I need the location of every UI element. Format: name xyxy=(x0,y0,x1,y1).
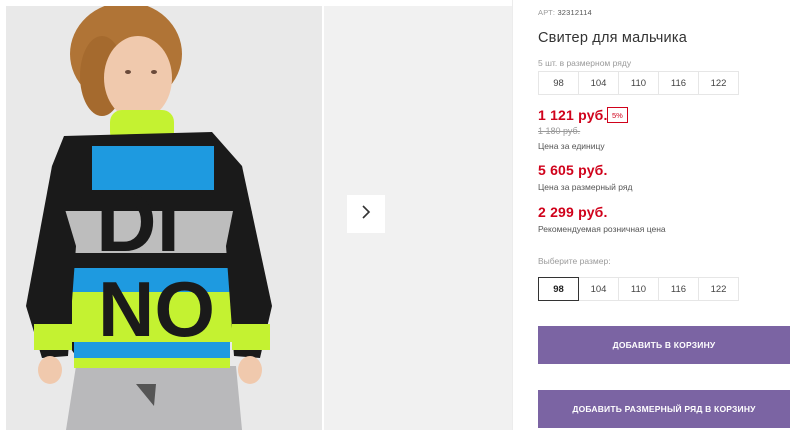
sku-value: 32312114 xyxy=(557,8,592,17)
size-selector: 98 104 110 116 122 xyxy=(538,277,739,301)
size-option-122[interactable]: 122 xyxy=(698,277,739,301)
pack-size: 110 xyxy=(618,71,659,95)
size-option-98[interactable]: 98 xyxy=(538,277,579,301)
old-price: 1 180 руб. xyxy=(538,126,581,136)
size-option-110[interactable]: 110 xyxy=(618,277,659,301)
size-option-104[interactable]: 104 xyxy=(578,277,619,301)
unit-price: 1 121 руб. xyxy=(538,107,608,123)
pack-size: 116 xyxy=(658,71,699,95)
add-pack-to-cart-button[interactable]: ДОБАВИТЬ РАЗМЕРНЫЙ РЯД В КОРЗИНУ xyxy=(538,390,790,428)
pack-price-caption: Цена за размерный ряд xyxy=(538,182,633,192)
pack-size: 104 xyxy=(578,71,619,95)
size-option-116[interactable]: 116 xyxy=(658,277,699,301)
chevron-right-icon xyxy=(360,204,372,225)
sku: АРТ: 32312114 xyxy=(538,8,592,17)
discount-badge: 5% xyxy=(607,107,628,123)
svg-text:DI: DI xyxy=(96,175,180,269)
size-selector-label: Выберите размер: xyxy=(538,256,611,266)
pack-sizes: 98 104 110 116 122 xyxy=(538,71,739,95)
pack-size: 122 xyxy=(698,71,739,95)
divider xyxy=(512,0,513,430)
pack-price: 5 605 руб. xyxy=(538,162,608,178)
rrp-price: 2 299 руб. xyxy=(538,204,608,220)
product-photo[interactable]: DI NO xyxy=(6,6,322,430)
pack-size: 98 xyxy=(538,71,579,95)
product-photo-image: DI NO xyxy=(6,6,322,430)
sku-label: АРТ: xyxy=(538,8,556,17)
pack-note: 5 шт. в размерном ряду xyxy=(538,58,632,68)
rrp-price-caption: Рекомендуемая розничная цена xyxy=(538,224,666,234)
product-gallery: DI NO xyxy=(0,0,512,430)
svg-text:NO: NO xyxy=(98,265,215,353)
product-title: Свитер для мальчика xyxy=(538,30,687,46)
product-info: АРТ: 32312114 Свитер для мальчика 5 шт. … xyxy=(538,0,800,430)
next-photo-button[interactable] xyxy=(347,195,385,233)
unit-price-caption: Цена за единицу xyxy=(538,141,605,151)
add-to-cart-button[interactable]: ДОБАВИТЬ В КОРЗИНУ xyxy=(538,326,790,364)
